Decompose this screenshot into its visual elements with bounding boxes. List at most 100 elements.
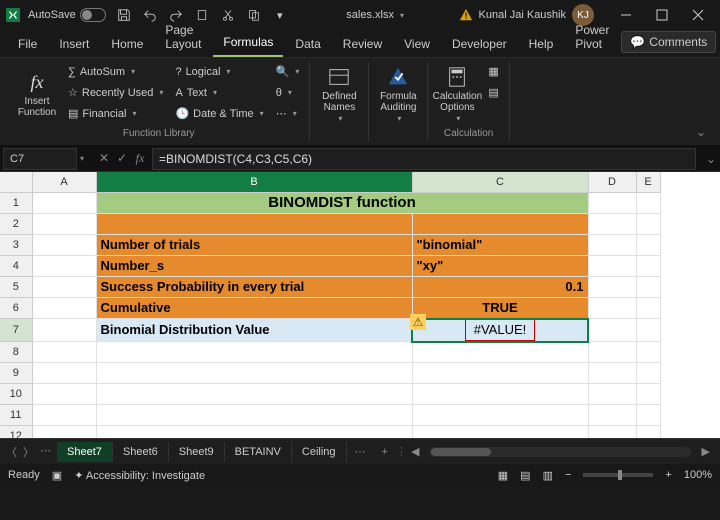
cell-B3[interactable]: Number of trials (96, 235, 412, 256)
comments-button[interactable]: 💬 Comments (621, 31, 716, 53)
autosave-toggle[interactable]: AutoSave (28, 8, 106, 22)
formula-bar-expand-icon[interactable]: ⌄ (702, 152, 720, 166)
tab-file[interactable]: File (8, 31, 47, 57)
formula-input[interactable]: =BINOMDIST(C4,C3,C5,C6) (152, 148, 696, 170)
spreadsheet-grid[interactable]: A B C D E 1 BINOMDIST function 2 3 Number … (0, 172, 720, 438)
tab-view[interactable]: View (394, 31, 440, 57)
chevron-down-icon[interactable]: ▾ (268, 3, 292, 27)
formula-auditing-button[interactable]: Formula Auditing▾ (375, 62, 421, 126)
sheet-tab-betainv[interactable]: BETAINV (225, 442, 292, 462)
warning-icon[interactable] (459, 8, 473, 22)
row-header-11[interactable]: 11 (0, 405, 32, 426)
tab-developer[interactable]: Developer (442, 31, 517, 57)
cell-C6[interactable]: TRUE (412, 298, 588, 319)
cell-B7[interactable]: Binomial Distribution Value (96, 319, 412, 342)
insert-function-button[interactable]: fx Insert Function (14, 62, 60, 126)
tab-page-layout[interactable]: Page Layout (155, 17, 211, 57)
tab-insert[interactable]: Insert (49, 31, 99, 57)
row-header-4[interactable]: 4 (0, 256, 32, 277)
accessibility-status[interactable]: ✦ Accessibility: Investigate (74, 469, 205, 482)
col-header-A[interactable]: A (32, 172, 96, 193)
tab-data[interactable]: Data (285, 31, 330, 57)
col-header-B[interactable]: B (96, 172, 412, 193)
tab-formulas[interactable]: Formulas (213, 29, 283, 57)
sheet-menu-icon[interactable]: ⋯ (40, 444, 51, 460)
accessibility-icon: ✦ (74, 470, 86, 482)
lookup-button[interactable]: 🔍▾ (272, 62, 304, 81)
cut-icon[interactable] (216, 3, 240, 27)
row-header-8[interactable]: 8 (0, 342, 32, 363)
hscroll-right-icon[interactable]: ▶ (698, 445, 714, 458)
copy-icon[interactable] (242, 3, 266, 27)
cancel-formula-icon[interactable]: ✕ (96, 151, 112, 166)
tab-power-pivot[interactable]: Power Pivot (565, 17, 619, 57)
row-header-9[interactable]: 9 (0, 363, 32, 384)
math-button[interactable]: θ▾ (272, 83, 304, 102)
namebox-chevron-icon[interactable]: ▾ (80, 154, 92, 163)
cell-C3[interactable]: "binomial" (412, 235, 588, 256)
ribbon-collapse-icon[interactable]: ⌄ (696, 125, 706, 139)
sheet-tab-sheet9[interactable]: Sheet9 (169, 442, 225, 462)
sheet-tab-ceiling[interactable]: Ceiling (292, 442, 347, 462)
row-header-7[interactable]: 7 (0, 319, 32, 342)
date-time-button[interactable]: 🕒Date & Time▾ (171, 104, 267, 123)
col-header-C[interactable]: C (412, 172, 588, 193)
logical-button[interactable]: ?Logical▾ (171, 62, 267, 81)
row-header-5[interactable]: 5 (0, 277, 32, 298)
row-header-2[interactable]: 2 (0, 214, 32, 235)
row-header-3[interactable]: 3 (0, 235, 32, 256)
calc-sheet-button[interactable]: ▤ (484, 83, 502, 102)
tab-review[interactable]: Review (333, 31, 392, 57)
cell-C4[interactable]: "xy" (412, 256, 588, 277)
col-header-D[interactable]: D (588, 172, 636, 193)
new-sheet-button[interactable]: + (374, 446, 396, 458)
zoom-out-icon[interactable]: − (565, 469, 571, 481)
view-page-icon[interactable]: ▤ (520, 469, 530, 482)
cell-B4[interactable]: Number_s (96, 256, 412, 277)
fx-bar-icon[interactable]: fx (132, 151, 148, 166)
cell-title[interactable]: BINOMDIST function (96, 193, 588, 214)
macro-record-icon[interactable]: ▣ (52, 469, 62, 482)
hscroll-left-icon[interactable]: ◀ (407, 445, 423, 458)
cell-B5[interactable]: Success Probability in every trial (96, 277, 412, 298)
row-header-12[interactable]: 12 (0, 426, 32, 439)
recently-used-button[interactable]: ☆Recently Used▾ (64, 83, 167, 102)
zoom-slider[interactable] (583, 473, 653, 477)
col-header-E[interactable]: E (636, 172, 660, 193)
autosum-button[interactable]: ∑AutoSum▾ (64, 62, 167, 81)
error-warning-icon[interactable]: ⚠ (410, 314, 426, 330)
sheet-tab-sheet7[interactable]: Sheet7 (57, 442, 113, 462)
view-break-icon[interactable]: ▥ (543, 469, 553, 482)
zoom-level[interactable]: 100% (684, 469, 712, 481)
zoom-in-icon[interactable]: + (665, 469, 671, 481)
save-icon[interactable] (112, 3, 136, 27)
tab-help[interactable]: Help (519, 31, 564, 57)
defined-names-button[interactable]: Defined Names▾ (316, 62, 362, 126)
calculation-options-button[interactable]: Calculation Options▾ (434, 62, 480, 126)
sheet-more-icon[interactable]: ⋯ (347, 445, 374, 458)
enter-formula-icon[interactable]: ✓ (114, 151, 130, 166)
more-fn-button[interactable]: ⋯▾ (272, 104, 304, 123)
row-header-1[interactable]: 1 (0, 193, 32, 214)
view-normal-icon[interactable]: ▦ (498, 469, 508, 482)
sheet-next-icon[interactable]: 〉 (23, 444, 34, 460)
horizontal-scrollbar[interactable] (429, 447, 691, 457)
calc-now-button[interactable]: ▦ (484, 62, 502, 81)
row-header-6[interactable]: 6 (0, 298, 32, 319)
maximize-button[interactable] (644, 0, 680, 30)
row-header-10[interactable]: 10 (0, 384, 32, 405)
text-button[interactable]: AText▾ (171, 83, 267, 102)
cell-C7-selected[interactable]: #VALUE! (412, 319, 588, 342)
select-all-corner[interactable] (0, 172, 32, 193)
cell-B6[interactable]: Cumulative (96, 298, 412, 319)
sheet-tab-sheet6[interactable]: Sheet6 (113, 442, 169, 462)
tab-home[interactable]: Home (101, 31, 153, 57)
sheet-prev-icon[interactable]: 〈 (6, 444, 17, 460)
autosave-switch-icon[interactable] (80, 8, 106, 22)
cell-C5[interactable]: 0.1 (412, 277, 588, 298)
group-label-function-library: Function Library (123, 126, 195, 139)
financial-button[interactable]: ▤Financial▾ (64, 104, 167, 123)
close-button[interactable] (680, 0, 716, 30)
name-box[interactable]: C7 (3, 148, 77, 170)
filename-chevron-icon[interactable]: ▾ (400, 11, 404, 20)
